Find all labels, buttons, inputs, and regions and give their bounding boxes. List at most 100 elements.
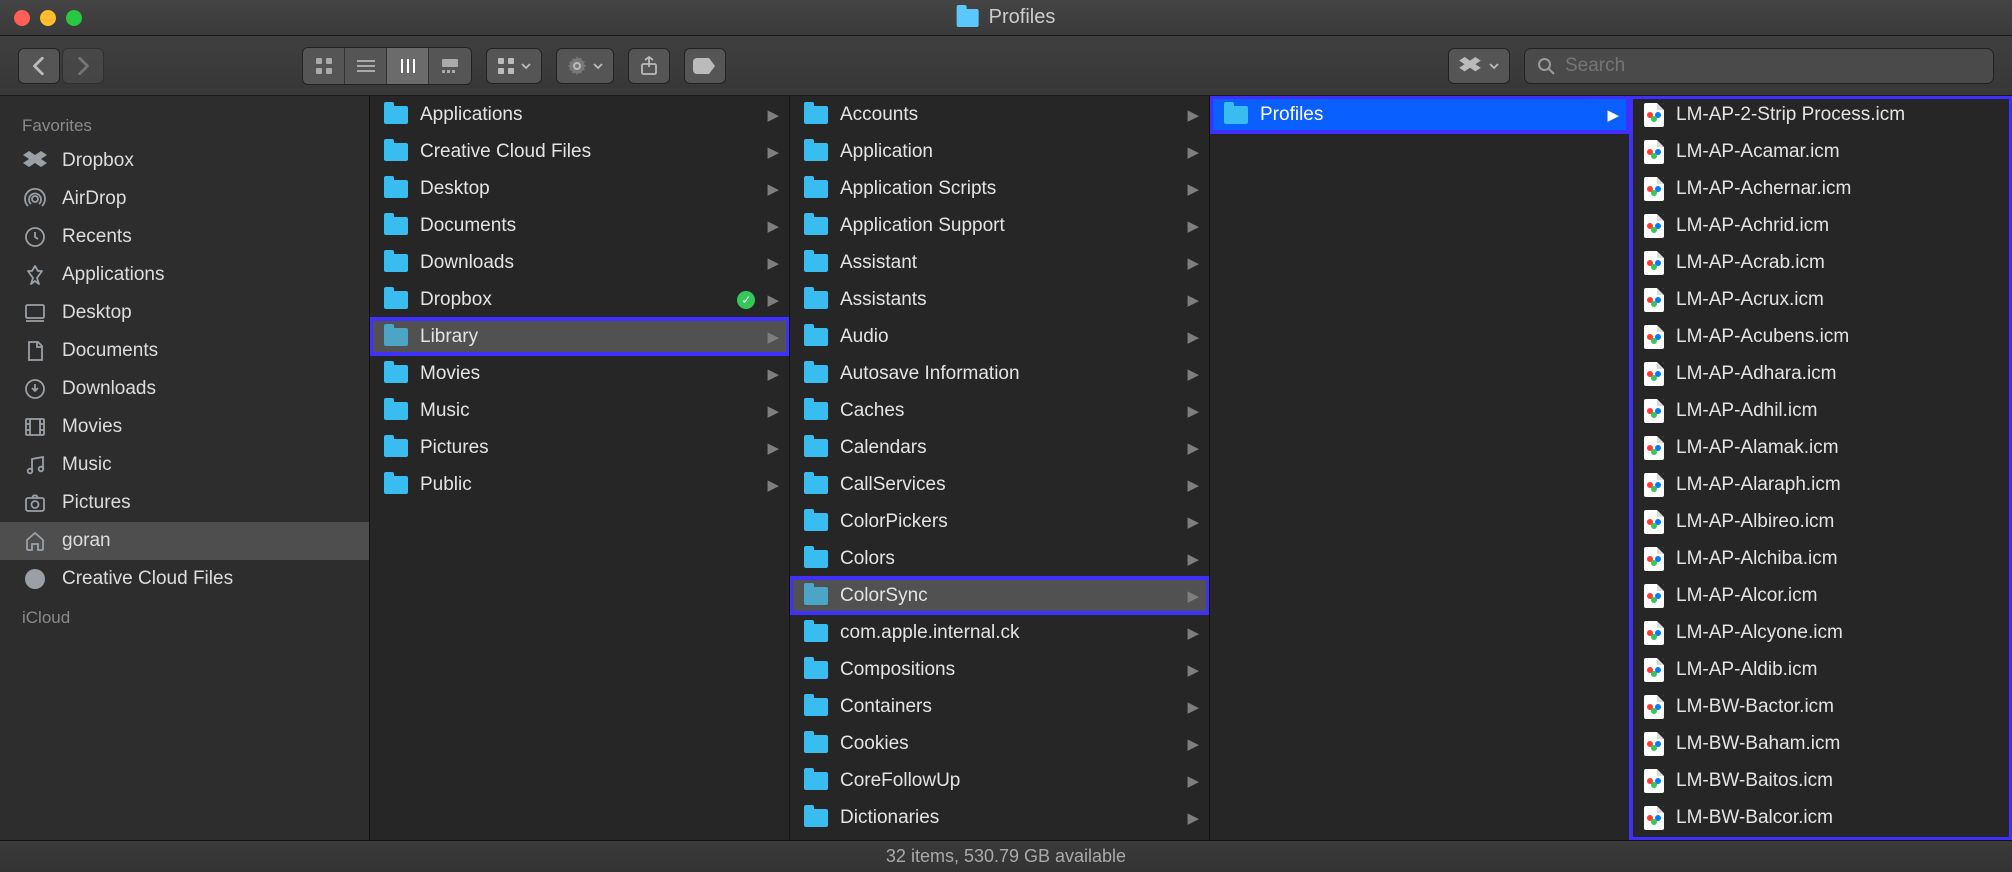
folder-row[interactable]: Application Scripts▶	[790, 170, 1209, 207]
file-row[interactable]: LM-BW-Baitos.icm	[1630, 762, 2011, 799]
file-row[interactable]: LM-AP-Achrid.icm	[1630, 207, 2011, 244]
icon-view-button[interactable]	[303, 48, 345, 84]
tags-button[interactable]	[684, 48, 726, 84]
file-row[interactable]: LM-AP-Alcor.icm	[1630, 577, 2011, 614]
folder-row[interactable]: Audio▶	[790, 318, 1209, 355]
folder-row[interactable]: Cookies▶	[790, 725, 1209, 762]
folder-row[interactable]: Applications▶	[370, 96, 789, 133]
sidebar-item-goran[interactable]: goran	[0, 522, 369, 560]
sidebar-item-pictures[interactable]: Pictures	[0, 484, 369, 522]
folder-row[interactable]: Desktop▶	[370, 170, 789, 207]
row-label: Audio	[840, 326, 1175, 348]
folder-icon	[804, 550, 828, 568]
folder-row[interactable]: Music▶	[370, 392, 789, 429]
disclosure-arrow-icon: ▶	[767, 365, 779, 383]
file-row[interactable]: LM-AP-Adhil.icm	[1630, 392, 2011, 429]
file-row[interactable]: LM-AP-Acrab.icm	[1630, 244, 2011, 281]
folder-row[interactable]: Compositions▶	[790, 651, 1209, 688]
folder-row[interactable]: Pictures▶	[370, 429, 789, 466]
close-window-button[interactable]	[14, 10, 30, 26]
status-bar: 32 items, 530.79 GB available	[0, 840, 2012, 872]
folder-row[interactable]: Library▶	[370, 318, 789, 355]
row-label: Calendars	[840, 437, 1175, 459]
file-row[interactable]: LM-AP-Adhara.icm	[1630, 355, 2011, 392]
column-view-button[interactable]	[387, 48, 429, 84]
forward-button[interactable]	[62, 48, 104, 84]
file-row[interactable]: LM-AP-Acamar.icm	[1630, 133, 2011, 170]
tag-icon	[693, 58, 717, 74]
sidebar-item-documents[interactable]: Documents	[0, 332, 369, 370]
folder-row[interactable]: Containers▶	[790, 688, 1209, 725]
folder-row[interactable]: Documents▶	[370, 207, 789, 244]
sidebar-item-creative-cloud-files[interactable]: Creative Cloud Files	[0, 560, 369, 598]
file-row[interactable]: LM-BW-Bactor.icm	[1630, 688, 2011, 725]
folder-row[interactable]: Public▶	[370, 466, 789, 503]
file-row[interactable]: LM-AP-Alcyone.icm	[1630, 614, 2011, 651]
folder-row[interactable]: Profiles▶	[1210, 96, 1629, 133]
folder-row[interactable]: Application▶	[790, 133, 1209, 170]
icc-profile-icon	[1644, 177, 1664, 201]
folder-row[interactable]: Assistant▶	[790, 244, 1209, 281]
file-row[interactable]: LM-BW-Baham.icm	[1630, 725, 2011, 762]
action-menu-button[interactable]	[556, 48, 614, 84]
share-button[interactable]	[628, 48, 670, 84]
file-row[interactable]: LM-BW-Balcor.icm	[1630, 799, 2011, 836]
dropbox-toolbar-button[interactable]	[1448, 48, 1510, 84]
row-label: Profiles	[1260, 104, 1595, 126]
folder-row[interactable]: CoreFollowUp▶	[790, 762, 1209, 799]
sidebar-item-label: goran	[62, 530, 111, 552]
row-label: Public	[420, 474, 755, 496]
sidebar-item-movies[interactable]: Movies	[0, 408, 369, 446]
row-label: Caches	[840, 400, 1175, 422]
sidebar-item-airdrop[interactable]: AirDrop	[0, 180, 369, 218]
sidebar-item-applications[interactable]: Applications	[0, 256, 369, 294]
folder-row[interactable]: Creative Cloud Files▶	[370, 133, 789, 170]
sidebar-item-recents[interactable]: Recents	[0, 218, 369, 256]
group-by-button[interactable]	[486, 48, 542, 84]
folder-row[interactable]: Accounts▶	[790, 96, 1209, 133]
folder-icon	[384, 106, 408, 124]
sidebar-section-header: Favorites	[0, 106, 369, 142]
folder-row[interactable]: ColorPickers▶	[790, 503, 1209, 540]
gallery-view-button[interactable]	[429, 48, 471, 84]
disclosure-arrow-icon: ▶	[1187, 809, 1199, 827]
search-field[interactable]	[1524, 48, 1994, 84]
folder-row[interactable]: Autosave Information▶	[790, 355, 1209, 392]
folder-row[interactable]: Downloads▶	[370, 244, 789, 281]
file-row[interactable]: LM-AP-Albireo.icm	[1630, 503, 2011, 540]
folder-row[interactable]: Colors▶	[790, 540, 1209, 577]
row-label: com.apple.internal.ck	[840, 622, 1175, 644]
sidebar-item-music[interactable]: Music	[0, 446, 369, 484]
minimize-window-button[interactable]	[40, 10, 56, 26]
folder-icon	[804, 476, 828, 494]
folder-row[interactable]: ColorSync▶	[790, 577, 1209, 614]
sidebar-item-downloads[interactable]: Downloads	[0, 370, 369, 408]
file-row[interactable]: LM-AP-Aldib.icm	[1630, 651, 2011, 688]
folder-row[interactable]: Calendars▶	[790, 429, 1209, 466]
file-row[interactable]: LM-AP-Alaraph.icm	[1630, 466, 2011, 503]
row-label: LM-BW-Baham.icm	[1676, 733, 2001, 755]
file-row[interactable]: LM-AP-Achernar.icm	[1630, 170, 2011, 207]
file-row[interactable]: LM-AP-Alamak.icm	[1630, 429, 2011, 466]
disclosure-arrow-icon: ▶	[767, 291, 779, 309]
sidebar-item-dropbox[interactable]: Dropbox	[0, 142, 369, 180]
list-view-button[interactable]	[345, 48, 387, 84]
sidebar-item-desktop[interactable]: Desktop	[0, 294, 369, 332]
row-label: LM-AP-Acrab.icm	[1676, 252, 2001, 274]
folder-row[interactable]: Assistants▶	[790, 281, 1209, 318]
folder-row[interactable]: Dictionaries▶	[790, 799, 1209, 836]
folder-row[interactable]: Movies▶	[370, 355, 789, 392]
search-input[interactable]	[1565, 55, 1981, 77]
file-row[interactable]: LM-AP-Acubens.icm	[1630, 318, 2011, 355]
folder-row[interactable]: com.apple.internal.ck▶	[790, 614, 1209, 651]
row-label: Autosave Information	[840, 363, 1175, 385]
folder-row[interactable]: Caches▶	[790, 392, 1209, 429]
file-row[interactable]: LM-AP-Alchiba.icm	[1630, 540, 2011, 577]
file-row[interactable]: LM-AP-Acrux.icm	[1630, 281, 2011, 318]
folder-row[interactable]: CallServices▶	[790, 466, 1209, 503]
file-row[interactable]: LM-AP-2-Strip Process.icm	[1630, 96, 2011, 133]
folder-row[interactable]: Dropbox✓▶	[370, 281, 789, 318]
folder-row[interactable]: Application Support▶	[790, 207, 1209, 244]
back-button[interactable]	[18, 48, 60, 84]
zoom-window-button[interactable]	[66, 10, 82, 26]
